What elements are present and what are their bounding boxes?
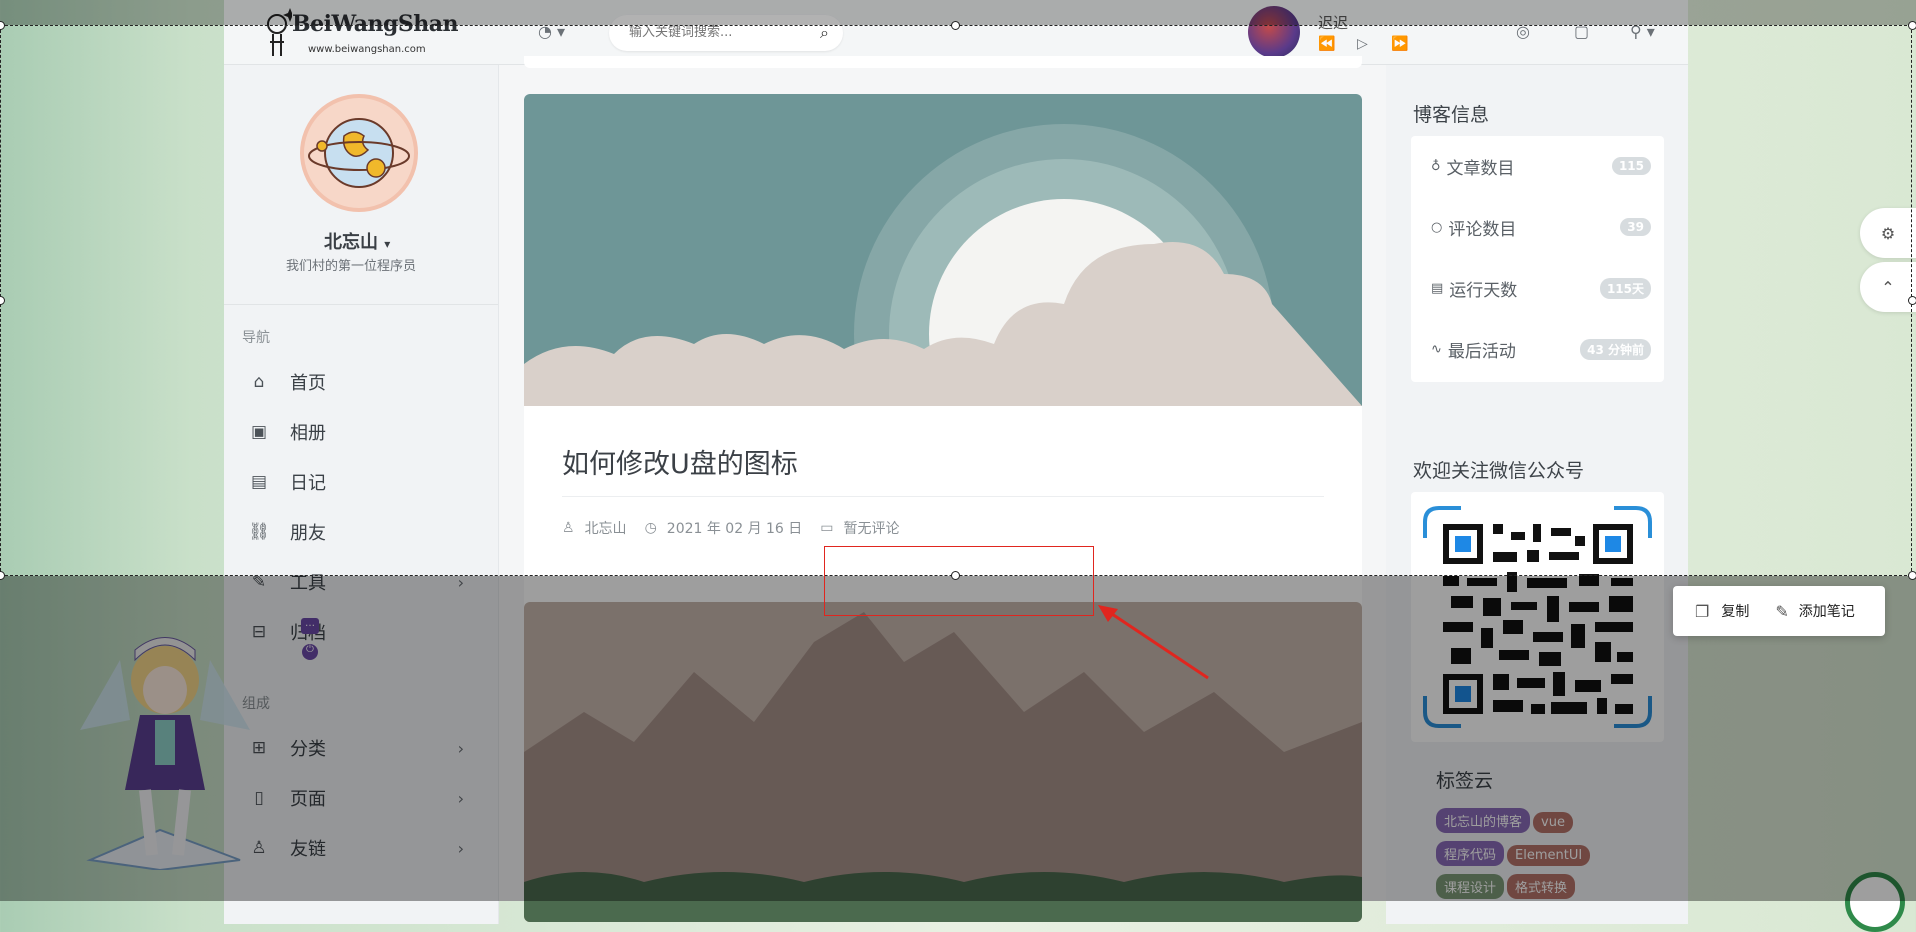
resize-handle-right[interactable] (1908, 296, 1916, 305)
copy-icon: ❐ (1695, 601, 1710, 621)
annotation-arrow[interactable] (1090, 600, 1220, 686)
copy-button[interactable]: 复制 (1721, 601, 1749, 621)
annotation-rectangle[interactable] (824, 546, 1094, 616)
add-note-button[interactable]: 添加笔记 (1799, 601, 1855, 621)
resize-handle-top-right[interactable] (1908, 21, 1916, 30)
screenshot-context-menu: ❐ 复制 ✎ 添加笔记 (1673, 586, 1885, 636)
pen-icon: ✎ (1775, 601, 1789, 621)
resize-handle-bottom-right[interactable] (1908, 571, 1916, 580)
screenshot-dim-overlay (0, 576, 1916, 901)
screenshot-selection-area[interactable] (0, 25, 1912, 576)
resize-handle-top[interactable] (951, 21, 960, 30)
